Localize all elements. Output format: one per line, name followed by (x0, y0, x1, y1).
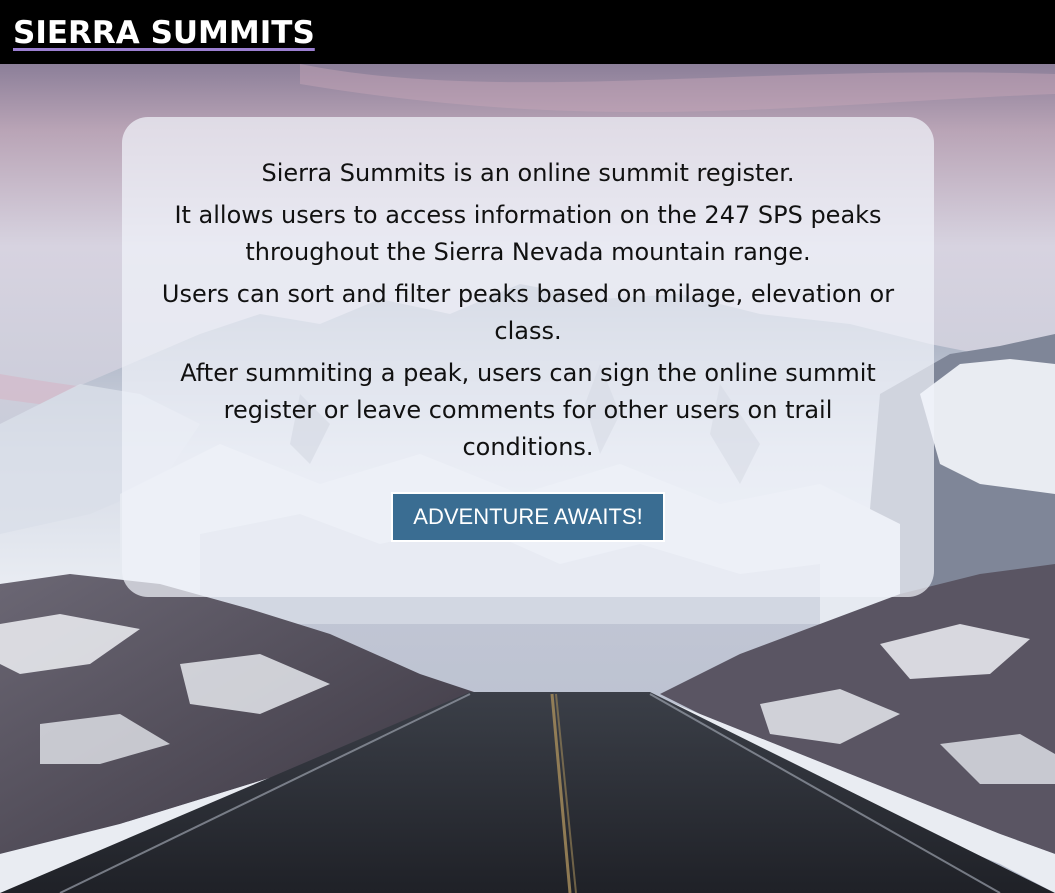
page: SIERRA SUMMITS Sierra Summits is an onli… (0, 0, 1055, 893)
site-header: SIERRA SUMMITS (0, 0, 1055, 64)
intro-paragraph-4: After summiting a peak, users can sign t… (180, 359, 876, 461)
intro-paragraph-1: Sierra Summits is an online summit regis… (261, 159, 795, 187)
adventure-awaits-button[interactable]: ADVENTURE AWAITS! (391, 492, 665, 542)
site-logo-link[interactable]: SIERRA SUMMITS (13, 18, 315, 49)
intro-paragraph-2: It allows users to access information on… (174, 201, 882, 266)
intro-card: Sierra Summits is an online summit regis… (122, 117, 934, 597)
intro-paragraph-3: Users can sort and filter peaks based on… (161, 280, 895, 345)
